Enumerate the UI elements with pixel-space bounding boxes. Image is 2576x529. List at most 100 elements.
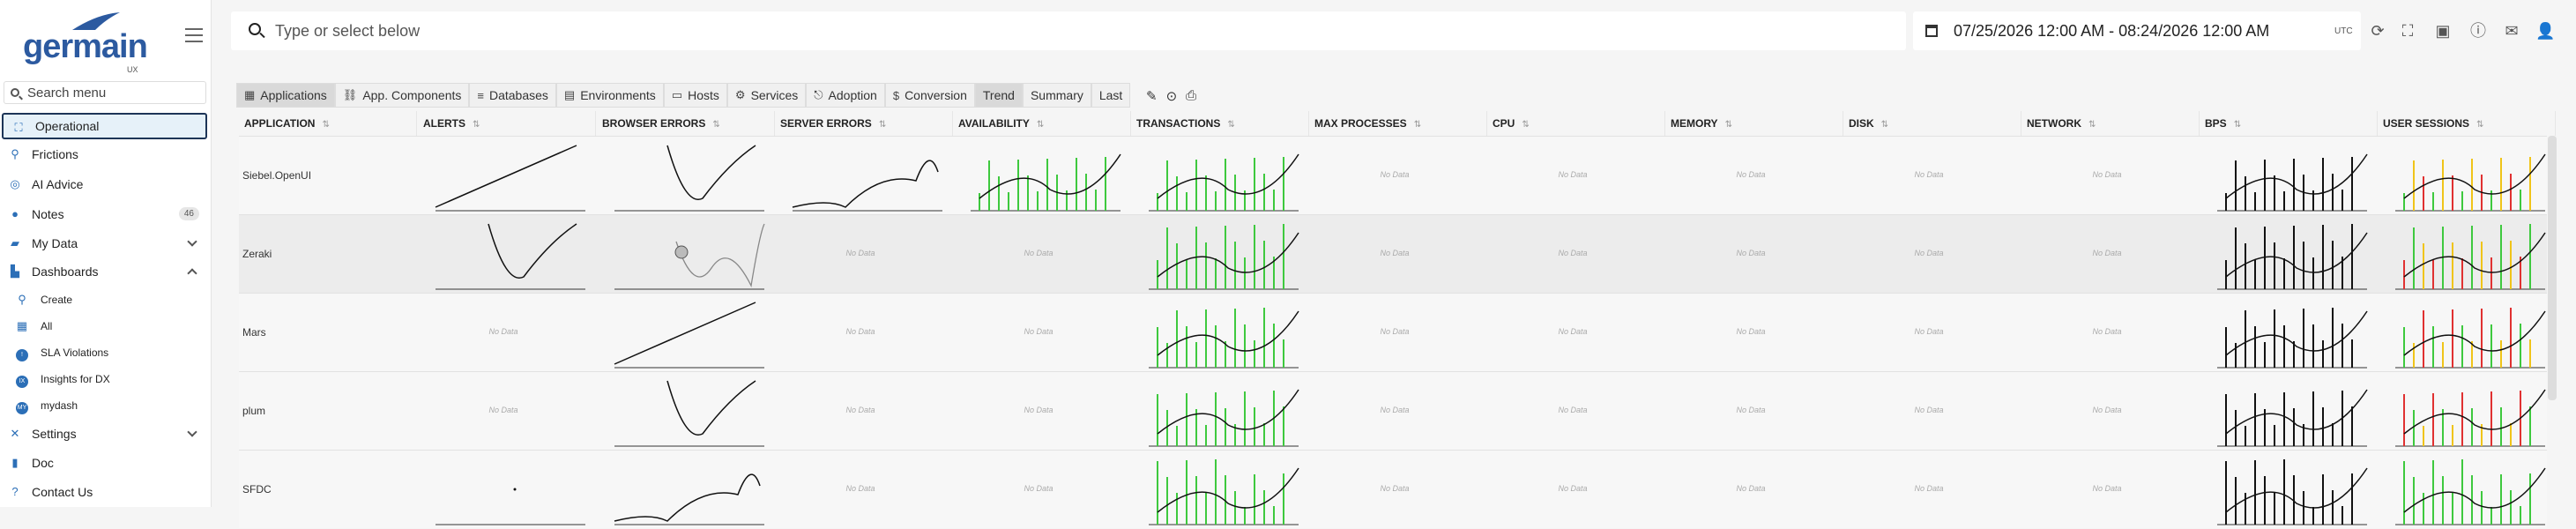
- vertical-scrollbar[interactable]: [2548, 136, 2557, 400]
- sparkline-cell[interactable]: No Data: [1487, 215, 1658, 294]
- hamburger-menu-icon[interactable]: [185, 28, 203, 42]
- column-header[interactable]: TRANSACTIONS: [1131, 111, 1309, 136]
- app-name[interactable]: plum: [242, 405, 265, 417]
- sidebar-item-insights-dx[interactable]: IX Insights for DX: [0, 366, 208, 392]
- print-icon[interactable]: ⎙: [1186, 88, 1196, 104]
- sparkline-cell[interactable]: [2200, 294, 2371, 372]
- sparkline-cell[interactable]: [2200, 137, 2371, 215]
- app-name[interactable]: SFDC: [242, 483, 272, 495]
- edit-icon[interactable]: ✎: [1146, 88, 1158, 104]
- sparkline-cell[interactable]: No Data: [1843, 137, 2014, 215]
- sparkline-cell[interactable]: [2378, 372, 2549, 451]
- sidebar-item-my-data[interactable]: ▰ My Data: [0, 230, 208, 257]
- table-row[interactable]: plum No Data No Data No Data No Data No Data N…: [239, 371, 2547, 450]
- table-row[interactable]: SFDC No Data No Data No Data No Data No Data N…: [239, 450, 2547, 528]
- sparkline-cell[interactable]: [1131, 294, 1302, 372]
- sparkline-cell[interactable]: No Data: [1309, 451, 1480, 529]
- sparkline-cell[interactable]: No Data: [1309, 215, 1480, 294]
- tab-last[interactable]: Last: [1091, 83, 1131, 108]
- sparkline-cell[interactable]: [418, 137, 589, 215]
- tab-trend[interactable]: Trend: [974, 83, 1023, 108]
- sparkline-cell[interactable]: [953, 137, 1124, 215]
- sparkline-cell[interactable]: No Data: [2021, 215, 2193, 294]
- sparkline-cell[interactable]: [1131, 215, 1302, 294]
- sparkline-cell[interactable]: No Data: [953, 294, 1124, 372]
- tab-conversion[interactable]: $ Conversion: [884, 83, 975, 108]
- column-header[interactable]: NETWORK: [2021, 111, 2200, 136]
- table-row[interactable]: Zeraki No Data No Data No Data No Data No Dat…: [239, 214, 2547, 293]
- sparkline-cell[interactable]: No Data: [2021, 372, 2193, 451]
- column-header[interactable]: AVAILABILITY: [953, 111, 1131, 136]
- sparkline-cell[interactable]: No Data: [1487, 294, 1658, 372]
- sparkline-cell[interactable]: No Data: [1487, 372, 1658, 451]
- tab-services[interactable]: ⚙ Services: [726, 83, 807, 108]
- sparkline-cell[interactable]: No Data: [1843, 215, 2014, 294]
- sparkline-cell[interactable]: [597, 137, 768, 215]
- table-row[interactable]: Siebel.OpenUI No Data No Data No Data No Dat…: [239, 136, 2547, 214]
- sidebar-item-settings[interactable]: ✕ Settings: [0, 421, 208, 447]
- sparkline-cell[interactable]: [2378, 451, 2549, 529]
- sparkline-cell[interactable]: [418, 451, 589, 529]
- tab-app-components[interactable]: ⛓ App. Components: [334, 83, 470, 108]
- app-name[interactable]: Zeraki: [242, 248, 272, 260]
- tab-environments[interactable]: ▤ Environments: [555, 83, 664, 108]
- sparkline-cell[interactable]: No Data: [775, 215, 946, 294]
- sparkline-cell[interactable]: No Data: [1309, 137, 1480, 215]
- column-header[interactable]: BPS: [2200, 111, 2378, 136]
- sidebar-item-contact[interactable]: ? Contact Us: [0, 479, 208, 505]
- fullscreen-icon[interactable]: ⛶: [2398, 21, 2417, 41]
- sparkline-cell[interactable]: No Data: [1487, 451, 1658, 529]
- sparkline-cell[interactable]: No Data: [2021, 294, 2193, 372]
- inbox-icon[interactable]: ✉: [2502, 21, 2521, 41]
- sparkline-cell[interactable]: No Data: [1665, 137, 1836, 215]
- sparkline-cell[interactable]: No Data: [1843, 294, 2014, 372]
- sparkline-cell[interactable]: [597, 451, 768, 529]
- sparkline-cell[interactable]: [2200, 372, 2371, 451]
- sparkline-cell[interactable]: No Data: [1843, 451, 2014, 529]
- sparkline-cell[interactable]: [1131, 137, 1302, 215]
- sparkline-cell[interactable]: No Data: [1309, 294, 1480, 372]
- refresh-icon[interactable]: ⟳: [2368, 21, 2387, 41]
- sidebar-item-mydash[interactable]: MY mydash: [0, 392, 208, 419]
- app-name[interactable]: Siebel.OpenUI: [242, 169, 311, 182]
- tab-hosts[interactable]: ▭ Hosts: [663, 83, 727, 108]
- sparkline-cell[interactable]: No Data: [1487, 137, 1658, 215]
- sparkline-cell[interactable]: [1131, 451, 1302, 529]
- sparkline-cell[interactable]: No Data: [1665, 294, 1836, 372]
- tab-databases[interactable]: ≡ Databases: [469, 83, 556, 108]
- sparkline-cell[interactable]: No Data: [1665, 215, 1836, 294]
- sparkline-cell[interactable]: [597, 294, 768, 372]
- search-menu-input[interactable]: Search menu: [4, 81, 206, 104]
- sparkline-cell[interactable]: No Data: [1309, 372, 1480, 451]
- sidebar-item-frictions[interactable]: ⚲ Frictions: [0, 141, 208, 168]
- tab-summary[interactable]: Summary: [1022, 83, 1091, 108]
- sparkline-cell[interactable]: [2200, 215, 2371, 294]
- sparkline-cell[interactable]: No Data: [1665, 372, 1836, 451]
- sparkline-cell[interactable]: [597, 372, 768, 451]
- tab-adoption[interactable]: ⎋ Adoption: [806, 83, 885, 108]
- table-row[interactable]: Mars No Data No Data No Data No Data No Data N…: [239, 293, 2547, 371]
- presentation-icon[interactable]: ▣: [2433, 21, 2453, 41]
- column-header[interactable]: MAX PROCESSES: [1309, 111, 1487, 136]
- tab-applications[interactable]: ▦ Applications: [236, 83, 335, 108]
- column-header[interactable]: BROWSER ERRORS: [597, 111, 775, 136]
- column-header[interactable]: USER SESSIONS: [2378, 111, 2556, 136]
- sidebar-item-notes[interactable]: ● Notes 46: [0, 201, 208, 227]
- sparkline-cell[interactable]: [1131, 372, 1302, 451]
- column-header[interactable]: DISK: [1843, 111, 2021, 136]
- sparkline-cell[interactable]: No Data: [1843, 372, 2014, 451]
- sparkline-cell[interactable]: No Data: [775, 372, 946, 451]
- sparkline-cell[interactable]: [775, 137, 946, 215]
- sparkline-cell[interactable]: No Data: [775, 451, 946, 529]
- sparkline-cell[interactable]: No Data: [775, 294, 946, 372]
- sparkline-cell[interactable]: [418, 215, 589, 294]
- app-name[interactable]: Mars: [242, 326, 266, 339]
- sparkline-cell[interactable]: [2378, 215, 2549, 294]
- user-account-icon[interactable]: 👤: [2535, 21, 2555, 41]
- sparkline-cell[interactable]: No Data: [953, 372, 1124, 451]
- sparkline-cell[interactable]: No Data: [418, 372, 589, 451]
- sparkline-cell[interactable]: [2200, 451, 2371, 529]
- germain-logo[interactable]: germain UX: [23, 11, 148, 74]
- sparkline-cell[interactable]: No Data: [418, 294, 589, 372]
- sparkline-cell[interactable]: [2378, 294, 2549, 372]
